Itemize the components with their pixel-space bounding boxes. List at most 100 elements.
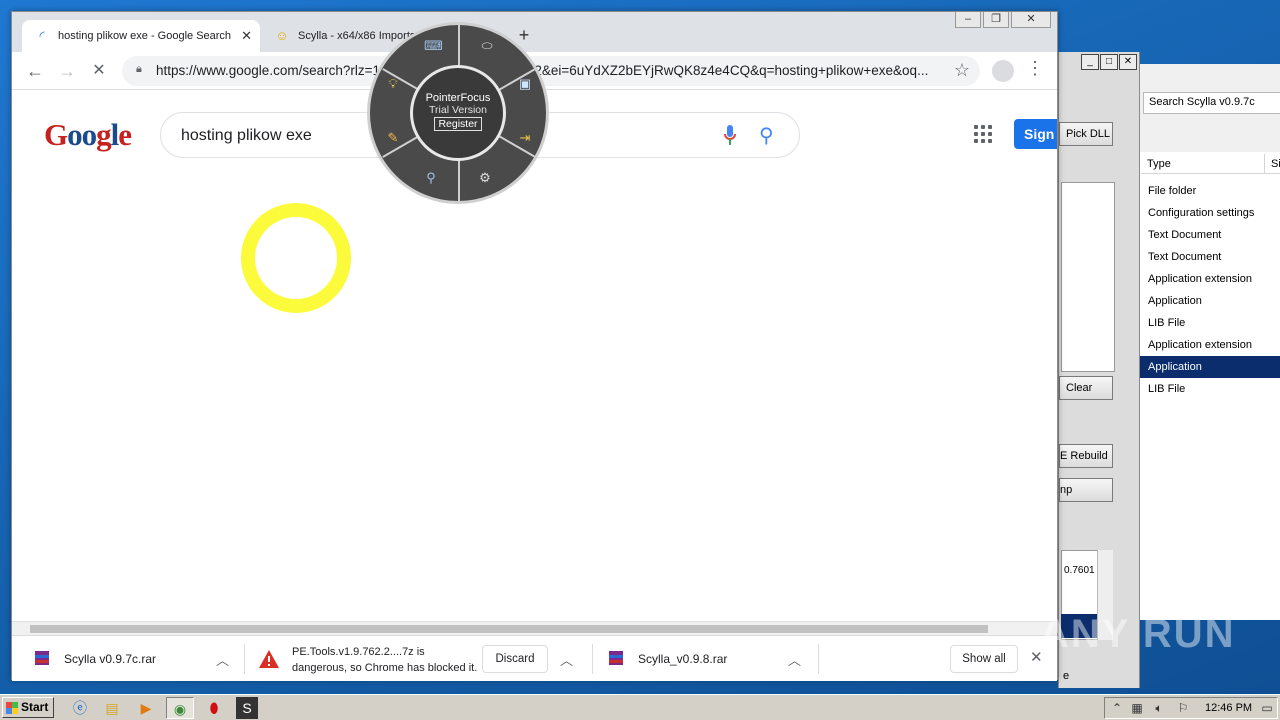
windows-flag-icon xyxy=(6,702,18,714)
tab-title: hosting plikow exe - Google Search xyxy=(58,30,232,42)
download-item-scylla-098[interactable]: Scylla_v0.9.8.rar ︿ xyxy=(608,636,808,682)
bookmark-star-icon[interactable]: ☆ xyxy=(954,60,970,81)
lock-icon[interactable]: 🔒︎ xyxy=(136,63,148,79)
microphone-icon[interactable] xyxy=(723,125,737,147)
divider xyxy=(592,644,593,674)
address-bar[interactable]: 🔒︎ https://www.google.com/search?rlz=1C1… xyxy=(122,56,980,86)
warning-line-1: PE.Tools.v1.9.762.2....7z is xyxy=(292,646,425,658)
pick-dll-button[interactable]: Pick DLL xyxy=(1059,122,1113,146)
download-shelf: Scylla v0.9.7c.rar ︿ PE.Tools.v1.9.762.2… xyxy=(12,635,1057,681)
internet-explorer-icon[interactable]: ⓔ xyxy=(66,697,94,719)
pointerfocus-title: PointerFocus xyxy=(425,92,491,104)
taskbar: Start ⓔ ▤ ▶ ◉ ⬮ S ⌃ ▦ 🔈︎ ⚐ 12:46 PM ▭ xyxy=(0,694,1280,720)
chevron-up-icon[interactable]: ︿ xyxy=(788,650,801,669)
scylla-maximize-button[interactable]: □ xyxy=(1100,54,1118,70)
pe-rebuild-button[interactable]: E Rebuild xyxy=(1059,444,1113,468)
tab-strip: ◜ hosting plikow exe - Google Search ✕ ☺… xyxy=(12,12,1057,52)
scylla-minimize-button[interactable]: _ xyxy=(1081,54,1099,70)
clear-button[interactable]: Clear xyxy=(1059,376,1113,400)
file-type-row[interactable]: LIB File xyxy=(1139,378,1280,400)
scylla-status-text: e xyxy=(1063,670,1070,682)
trial-version-label: Trial Version xyxy=(429,104,487,116)
file-type-row[interactable]: Application extension xyxy=(1139,268,1280,290)
scylla-title-buttons: _ □ ✕ xyxy=(1081,54,1137,70)
folder-icon[interactable]: ▤ xyxy=(98,697,126,719)
divider xyxy=(244,644,245,674)
opera-icon[interactable]: ⬮ xyxy=(200,697,228,719)
file-type-row[interactable]: Text Document xyxy=(1139,224,1280,246)
clock[interactable]: 12:46 PM xyxy=(1205,698,1252,718)
more-menu-icon[interactable]: ⋮ xyxy=(1026,58,1044,79)
file-type-row[interactable]: Configuration settings xyxy=(1139,202,1280,224)
profile-avatar-icon[interactable] xyxy=(992,60,1014,82)
url-text[interactable]: https://www.google.com/search?rlz=1C1GGR… xyxy=(156,56,936,86)
dangerous-download-warning: PE.Tools.v1.9.762.2....7z is dangerous, … xyxy=(292,644,477,676)
tab-google-search[interactable]: ◜ hosting plikow exe - Google Search ✕ xyxy=(22,20,260,52)
chevron-up-icon[interactable]: ︿ xyxy=(560,650,573,669)
pencil-icon[interactable]: ✎ xyxy=(384,129,402,147)
chrome-taskbar-icon[interactable]: ◉ xyxy=(166,697,194,719)
horizontal-scrollbar[interactable] xyxy=(12,621,1057,635)
scylla-imports-tree[interactable] xyxy=(1061,182,1115,372)
smiley-favicon-icon: ☺ xyxy=(275,28,289,43)
show-all-button[interactable]: Show all xyxy=(950,645,1018,673)
column-size[interactable]: Siz xyxy=(1265,154,1280,174)
file-type-row[interactable]: Application xyxy=(1139,356,1280,378)
scylla-taskbar-icon[interactable]: S xyxy=(236,697,258,719)
scrollbar-thumb[interactable] xyxy=(30,625,988,633)
file-type-row[interactable]: Application extension xyxy=(1139,334,1280,356)
media-player-icon[interactable]: ▶ xyxy=(132,697,160,719)
dump-button[interactable]: np xyxy=(1059,478,1113,502)
stop-loading-icon[interactable]: ✕ xyxy=(86,58,112,84)
close-window-button[interactable]: ✕ xyxy=(1011,12,1051,28)
file-type-row[interactable]: Application xyxy=(1139,290,1280,312)
google-logo[interactable]: Google xyxy=(44,117,132,153)
warning-line-2: dangerous, so Chrome has blocked it. xyxy=(292,662,478,674)
keyboard-icon[interactable]: ⌨ xyxy=(424,37,443,55)
download-item-scylla-097c[interactable]: Scylla v0.9.7c.rar ︿ xyxy=(34,636,234,682)
scylla-close-button[interactable]: ✕ xyxy=(1119,54,1137,70)
google-apps-icon[interactable] xyxy=(974,125,992,143)
start-button[interactable]: Start xyxy=(2,697,54,718)
sign-in-button[interactable]: Sign xyxy=(1014,119,1057,149)
file-type-row[interactable]: Text Document xyxy=(1139,246,1280,268)
search-icon[interactable]: ⚲ xyxy=(759,123,774,148)
minimize-button[interactable]: – xyxy=(955,12,981,28)
close-tab-icon[interactable]: ✕ xyxy=(241,20,252,52)
explorer-search-input[interactable]: Search Scylla v0.9.7c xyxy=(1143,92,1280,114)
spotlight-bulb-icon[interactable]: 💡︎ xyxy=(384,75,402,93)
show-desktop-icon[interactable]: ▭ xyxy=(1259,700,1275,716)
pointerfocus-center: PointerFocus Trial Version Register xyxy=(410,65,506,161)
eraser-icon[interactable]: ⬭ xyxy=(478,37,496,55)
show-hidden-icons-icon[interactable]: ⌃ xyxy=(1109,700,1125,716)
exit-icon[interactable]: ⇥ xyxy=(516,129,534,147)
window-controls: – ❐ ✕ xyxy=(955,12,1051,28)
settings-gear-icon[interactable]: ⚙ xyxy=(476,169,494,187)
column-type[interactable]: Type xyxy=(1141,154,1265,174)
rar-archive-icon xyxy=(35,651,49,665)
explorer-column-header: Type Siz xyxy=(1141,154,1280,174)
file-type-row[interactable]: LIB File xyxy=(1139,312,1280,334)
discard-button[interactable]: Discard xyxy=(482,645,548,673)
cursor-highlight-ring xyxy=(241,203,351,313)
download-filename: Scylla_v0.9.8.rar xyxy=(638,652,728,666)
back-arrow-icon[interactable]: ← xyxy=(22,58,48,84)
pointerfocus-menu[interactable]: ⌨ ⬭ 💡︎ ▣ ✎ ⇥ ⚲ ⚙ PointerFocus Trial Vers… xyxy=(367,22,549,204)
rar-archive-icon xyxy=(609,651,623,665)
search-query-text[interactable]: hosting plikow exe xyxy=(181,113,312,159)
register-button[interactable]: Register xyxy=(434,117,482,131)
restore-button[interactable]: ❐ xyxy=(983,12,1009,28)
chevron-up-icon[interactable]: ︿ xyxy=(216,650,229,669)
forward-arrow-icon[interactable]: → xyxy=(54,58,80,84)
magnifier-icon[interactable]: ⚲ xyxy=(422,169,440,187)
system-tray: ⌃ ▦ 🔈︎ ⚐ 12:46 PM ▭ xyxy=(1104,697,1278,719)
scylla-window: _ □ ✕ Pick DLL Clear E Rebuild np 0.7601… xyxy=(1058,52,1140,688)
explorer-window: Search Scylla v0.9.7c Type Siz File fold… xyxy=(1138,64,1280,620)
warning-icon xyxy=(259,650,279,668)
action-center-flag-icon[interactable]: ⚐ xyxy=(1175,700,1191,716)
network-icon[interactable]: ▦ xyxy=(1129,700,1145,716)
volume-icon[interactable]: 🔈︎ xyxy=(1151,700,1167,716)
screen-icon[interactable]: ▣ xyxy=(516,75,534,93)
file-type-row[interactable]: File folder xyxy=(1139,180,1280,202)
start-label: Start xyxy=(21,700,49,714)
